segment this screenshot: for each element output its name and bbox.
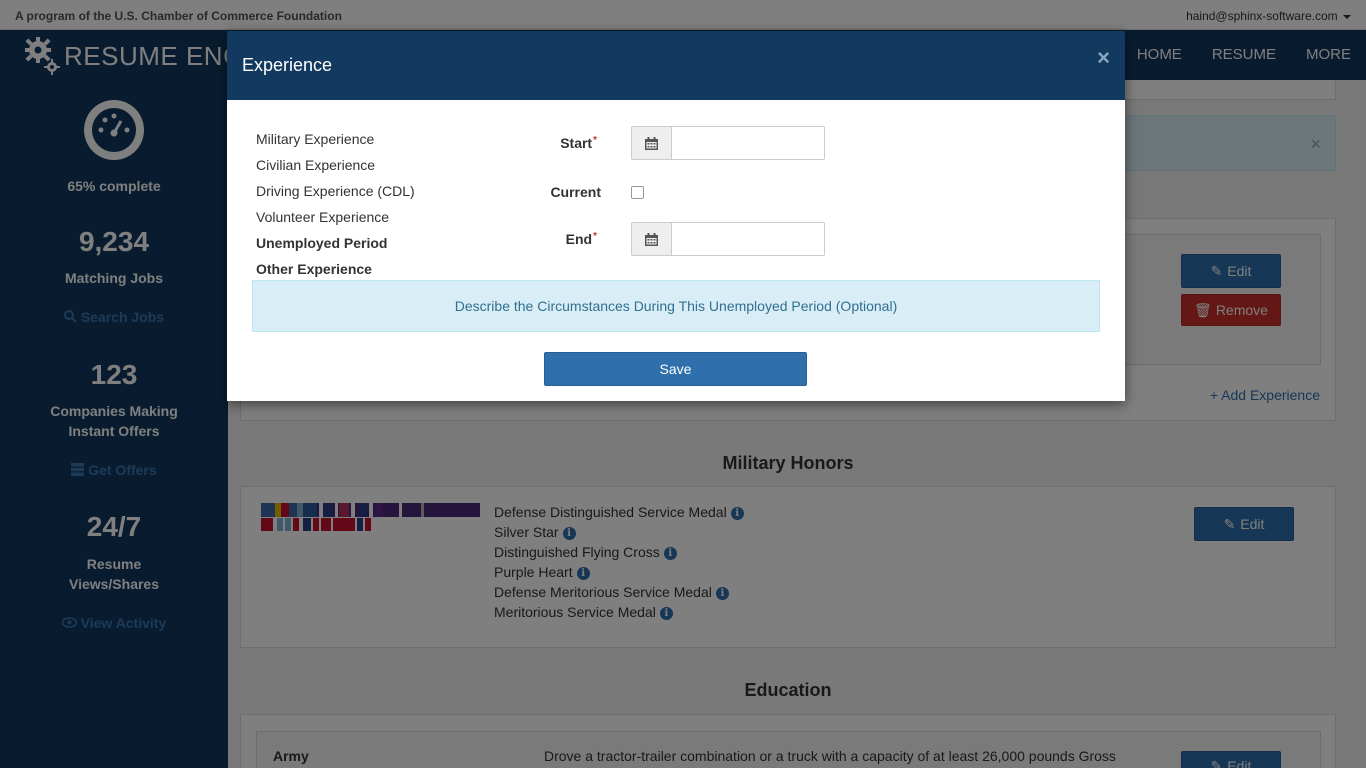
start-date-input[interactable] [671,126,825,160]
experience-type-driving[interactable]: Driving Experience (CDL) [256,178,415,204]
end-date-field [631,222,825,256]
current-checkbox[interactable] [631,186,644,199]
modal-title: Experience [242,55,333,75]
calendar-icon[interactable] [631,126,671,160]
experience-type-military[interactable]: Military Experience [256,126,415,152]
experience-modal: Experience × Military Experience Civilia… [227,31,1125,401]
experience-type-other[interactable]: Other Experience [256,256,415,282]
describe-circumstances-toggle[interactable]: Describe the Circumstances During This U… [252,280,1100,332]
start-label: Start* [560,135,597,151]
required-mark: * [593,135,597,146]
modal-header: Experience × [227,31,1125,100]
close-icon[interactable]: × [1097,45,1110,71]
end-date-input[interactable] [671,222,825,256]
current-label: Current [550,184,601,200]
experience-type-unemployed[interactable]: Unemployed Period [256,230,415,256]
end-label: End* [565,231,597,247]
experience-type-civilian[interactable]: Civilian Experience [256,152,415,178]
calendar-icon[interactable] [631,222,671,256]
experience-type-volunteer[interactable]: Volunteer Experience [256,204,415,230]
start-date-field [631,126,825,160]
experience-type-list: Military Experience Civilian Experience … [256,126,415,282]
required-mark: * [593,231,597,242]
save-button[interactable]: Save [544,352,807,386]
